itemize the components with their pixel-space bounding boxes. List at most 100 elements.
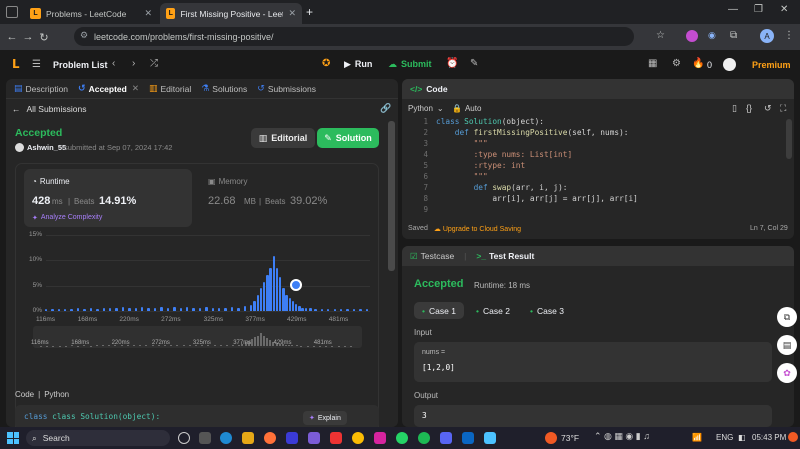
teams-icon[interactable] [308,432,320,444]
close-tab-x-icon[interactable]: ✕ [132,83,139,94]
chart-bar[interactable] [282,287,285,311]
share-link-icon[interactable]: 🔗 [380,103,391,114]
tray-wifi-icon[interactable]: 📶 [692,433,702,442]
tray-icons[interactable]: ⌃ ◍ ▦ ◉ ▮ ♫ [594,431,650,442]
chart-bar[interactable] [70,308,73,311]
chart-bar[interactable] [237,307,240,311]
floating-notes-button[interactable]: ▤ [777,335,797,355]
chart-bar[interactable] [224,307,227,311]
settings-gear-icon[interactable]: ⚙ [672,58,681,69]
chart-bar[interactable] [352,308,356,311]
chart-bar[interactable] [359,308,362,311]
case-3-chip[interactable]: • Case 3 [522,302,572,319]
chart-bar[interactable] [298,306,301,311]
store-icon[interactable] [484,432,496,444]
tab-testcase[interactable]: ☑ Testcase [410,251,454,262]
close-tab-icon[interactable]: ✕ [144,8,152,19]
your-runtime-marker[interactable] [290,278,303,291]
chart-bar[interactable] [192,307,195,311]
profile-avatar-icon[interactable]: A [760,29,774,43]
leetcode-logo-icon[interactable]: ᒪ [12,57,20,71]
whatsapp-icon[interactable] [396,432,408,444]
tab-accepted[interactable]: ↺ Accepted ✕ [78,83,139,94]
editorial-button[interactable]: ▥ Editorial [251,128,315,148]
all-submissions-link[interactable]: ← All Submissions [12,104,87,114]
taskbar-search[interactable]: ⌕ Search [26,430,170,446]
chart-bar[interactable] [333,308,336,311]
back-icon[interactable]: ← [4,31,20,43]
windows-start-icon[interactable] [7,432,19,444]
code-line[interactable]: def swap(arr, i, j): [436,183,568,192]
chart-bar[interactable] [295,303,298,311]
timer-icon[interactable]: ⏰ [446,58,458,69]
linkedin-icon[interactable] [462,432,474,444]
bookmark-star-icon[interactable]: ☆ [656,30,665,41]
chart-bar[interactable] [57,308,61,311]
tab-submissions[interactable]: ↺ Submissions [257,84,316,94]
chart-bar[interactable] [301,307,304,311]
chart-bar[interactable] [320,308,324,311]
floating-copy-button[interactable]: ⧉ [777,307,797,327]
chart-bar[interactable] [205,307,208,311]
chart-bar[interactable] [365,308,368,311]
debug-icon[interactable]: ✪ [322,58,330,69]
chart-bar[interactable] [115,308,118,311]
chart-bar[interactable] [128,308,131,311]
restore-icon[interactable]: ❐ [754,4,763,15]
auto-mode-toggle[interactable]: 🔒 Auto [452,104,481,113]
url-field[interactable]: ⚙ leetcode.com/problems/first-missing-po… [74,27,634,46]
chart-bar[interactable] [285,294,288,311]
notes-icon[interactable]: ✎ [470,58,478,69]
close-window-icon[interactable]: ✕ [780,4,788,15]
chart-bar[interactable] [166,307,170,311]
app-icon[interactable] [286,432,298,444]
language-select[interactable]: Python ⌄ [408,104,444,113]
chart-bar[interactable] [179,307,182,311]
browser-menu-icon[interactable]: ⋮ [784,30,794,41]
chart-bar[interactable] [339,308,343,311]
close-tab-icon[interactable]: ✕ [288,8,296,19]
chart-bar[interactable] [76,308,80,311]
format-braces-icon[interactable]: {} [746,103,752,113]
chart-bar[interactable] [243,306,247,311]
editor-scrollbar[interactable] [786,119,792,159]
input-language[interactable]: ENG [716,433,733,442]
chart-bar[interactable] [173,307,176,311]
chart-bar[interactable] [291,301,295,311]
chart-bar[interactable] [269,267,272,311]
mail-icon[interactable] [330,432,342,444]
chart-bar[interactable] [89,308,93,311]
next-problem-icon[interactable]: › [132,58,135,69]
code-line[interactable]: """ [436,172,488,181]
code-line[interactable]: arr[i], arr[j] = arr[j], arr[i] [436,194,638,203]
chart-bar[interactable] [266,274,269,311]
chart-bar[interactable] [44,308,48,311]
solution-button[interactable]: ✎ Solution [317,128,379,148]
extension-icon[interactable] [686,30,698,42]
bookmark-icon[interactable]: ▯ [732,103,737,114]
streak-fire-icon[interactable]: 🔥 [692,58,704,69]
reset-icon[interactable]: ↺ [764,103,772,114]
chart-bar[interactable] [51,308,54,311]
chart-bar[interactable] [211,307,214,311]
tab-test-result[interactable]: >_ Test Result [476,251,534,261]
chart-bar[interactable] [147,308,150,311]
chart-bar[interactable] [121,307,125,311]
forward-icon[interactable]: → [20,31,36,43]
extensions-puzzle-icon[interactable]: ⧉ [730,30,737,41]
code-line[interactable]: class Solution(object): [436,117,544,126]
notification-icon[interactable] [788,432,798,442]
premium-link[interactable]: Premium [752,60,791,70]
left-scrollbar-thumb[interactable] [388,121,395,271]
task-view-icon[interactable] [178,432,190,444]
new-tab-icon[interactable]: + [306,5,313,19]
analyze-complexity-link[interactable]: ✦ Analyze Complexity [32,214,102,222]
chart-bar[interactable] [134,307,137,311]
chart-bar[interactable] [253,300,256,311]
chart-bar[interactable] [262,281,266,311]
chart-bar[interactable] [272,255,275,311]
browser-tab-first-missing-positive[interactable]: L First Missing Positive - LeetCod ✕ [160,3,302,24]
problem-list-icon[interactable]: ☰ [32,59,41,70]
chart-bar[interactable] [304,308,308,311]
chart-bar[interactable] [288,297,291,311]
